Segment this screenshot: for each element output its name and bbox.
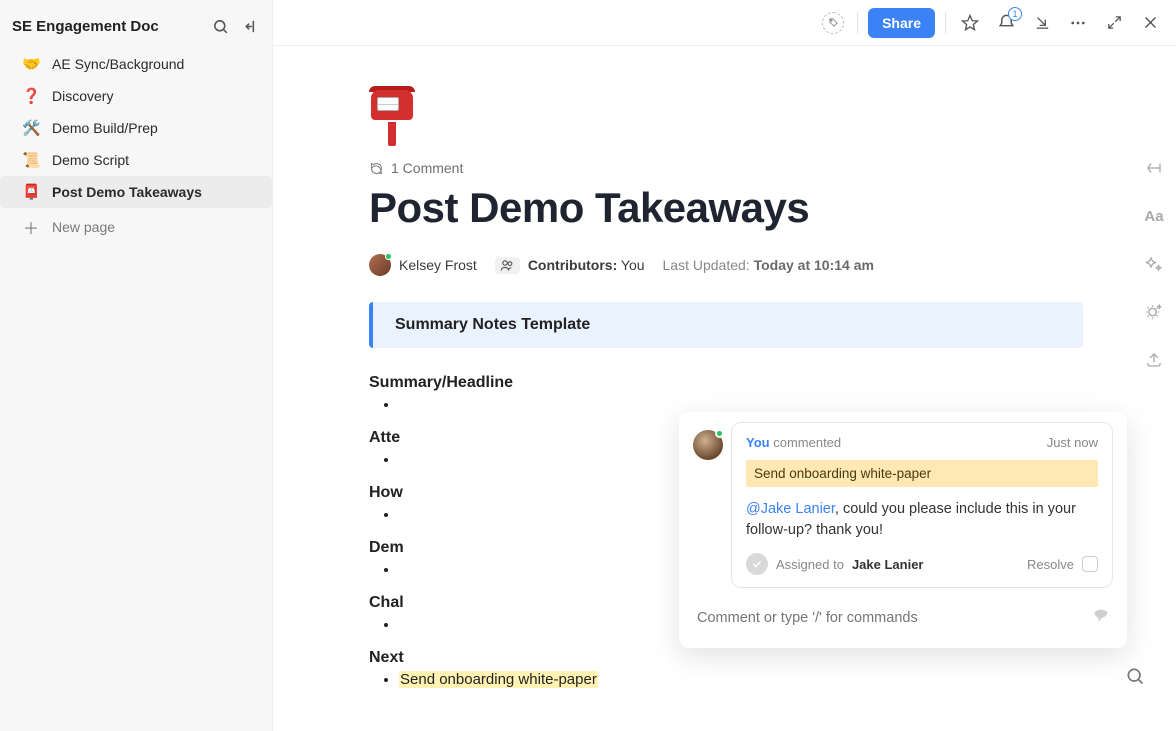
resolve-checkbox[interactable] (1082, 556, 1098, 572)
expand-icon[interactable] (1100, 9, 1128, 37)
mention[interactable]: @Jake Lanier (746, 501, 835, 517)
sidebar-item-ae-sync[interactable]: 🤝 AE Sync/Background (0, 48, 272, 80)
download-icon[interactable] (1028, 9, 1056, 37)
notification-badge: 1 (1008, 7, 1022, 21)
star-icon[interactable] (956, 9, 984, 37)
more-icon[interactable] (1064, 9, 1092, 37)
postbox-icon: 📮 (22, 183, 40, 201)
sidebar-item-label: Discovery (52, 88, 113, 104)
close-icon[interactable] (1136, 9, 1164, 37)
sidebar-item-label: New page (52, 219, 115, 235)
author-name: Kelsey Frost (399, 257, 477, 273)
tools-icon: 🛠️ (22, 119, 40, 137)
list-item[interactable]: Send onboarding white-paper (399, 669, 1083, 690)
divider (945, 12, 946, 34)
resolve-label: Resolve (1027, 557, 1074, 572)
collapse-sidebar-icon[interactable] (240, 16, 260, 36)
send-comment-icon[interactable] (1089, 606, 1113, 630)
sidebar-item-post-demo[interactable]: 📮 Post Demo Takeaways (0, 176, 272, 208)
notifications-icon[interactable]: 1 (992, 9, 1020, 37)
comment-count-text: 1 Comment (391, 160, 463, 176)
sidebar-item-label: Demo Build/Prep (52, 120, 158, 136)
right-rail: Aa (1132, 46, 1176, 731)
section-next-steps[interactable]: Next (369, 649, 1083, 667)
scroll-icon: 📜 (22, 151, 40, 169)
comment-time: Just now (1047, 435, 1098, 450)
page-emoji-postbox[interactable] (369, 86, 423, 146)
comment-card: You commented Just now Send onboarding w… (731, 422, 1113, 588)
comment-quoted-text: Send onboarding white-paper (746, 460, 1098, 487)
comment-message: @Jake Lanier, could you please include t… (746, 499, 1098, 541)
search-icon[interactable] (210, 16, 230, 36)
contributors[interactable]: Contributors: You (495, 257, 645, 274)
sidebar-item-label: Post Demo Takeaways (52, 184, 202, 200)
highlighted-text: Send onboarding white-paper (399, 671, 598, 688)
assigned-label: Assigned to (776, 557, 844, 572)
sidebar-item-demo-build[interactable]: 🛠️ Demo Build/Prep (0, 112, 272, 144)
upload-icon[interactable] (1142, 348, 1166, 372)
doc-root-title[interactable]: SE Engagement Doc (12, 18, 200, 35)
page-title[interactable]: Post Demo Takeaways (369, 184, 1083, 232)
avatar (369, 254, 391, 276)
comment-popup: You commented Just now Send onboarding w… (679, 412, 1127, 648)
comment-count[interactable]: 1 Comment (369, 160, 1083, 176)
typography-icon[interactable]: Aa (1142, 204, 1166, 228)
plus-icon: ＋ (22, 215, 40, 239)
assigned-check-icon (746, 553, 768, 575)
author-chip[interactable]: Kelsey Frost (369, 254, 477, 276)
topbar: Share 1 (273, 0, 1176, 46)
sidebar-item-discovery[interactable]: ❓ Discovery (0, 80, 272, 112)
new-page-button[interactable]: ＋ New page (0, 208, 272, 246)
settings-sparkle-icon[interactable] (1142, 300, 1166, 324)
comment-author-line: You commented (746, 435, 841, 450)
divider (857, 12, 858, 34)
find-in-page-icon[interactable] (1122, 663, 1148, 689)
avatar (693, 430, 723, 460)
handshake-icon: 🤝 (22, 55, 40, 73)
indent-icon[interactable] (1142, 156, 1166, 180)
last-updated: Last Updated: Today at 10:14 am (663, 257, 874, 273)
comment-input[interactable] (693, 602, 1089, 634)
sidebar-item-label: AE Sync/Background (52, 56, 184, 72)
main-panel: Share 1 (273, 0, 1176, 731)
share-button[interactable]: Share (868, 8, 935, 38)
people-icon (495, 257, 520, 274)
sidebar-item-label: Demo Script (52, 152, 129, 168)
section-summary[interactable]: Summary/Headline (369, 374, 1083, 392)
ai-icon[interactable] (1142, 252, 1166, 276)
question-icon: ❓ (22, 87, 40, 105)
assignee-name[interactable]: Jake Lanier (852, 557, 924, 572)
callout-block[interactable]: Summary Notes Template (369, 302, 1083, 348)
sidebar: SE Engagement Doc 🤝 AE Sync/Background ❓… (0, 0, 273, 731)
tag-icon[interactable] (819, 9, 847, 37)
sidebar-item-demo-script[interactable]: 📜 Demo Script (0, 144, 272, 176)
